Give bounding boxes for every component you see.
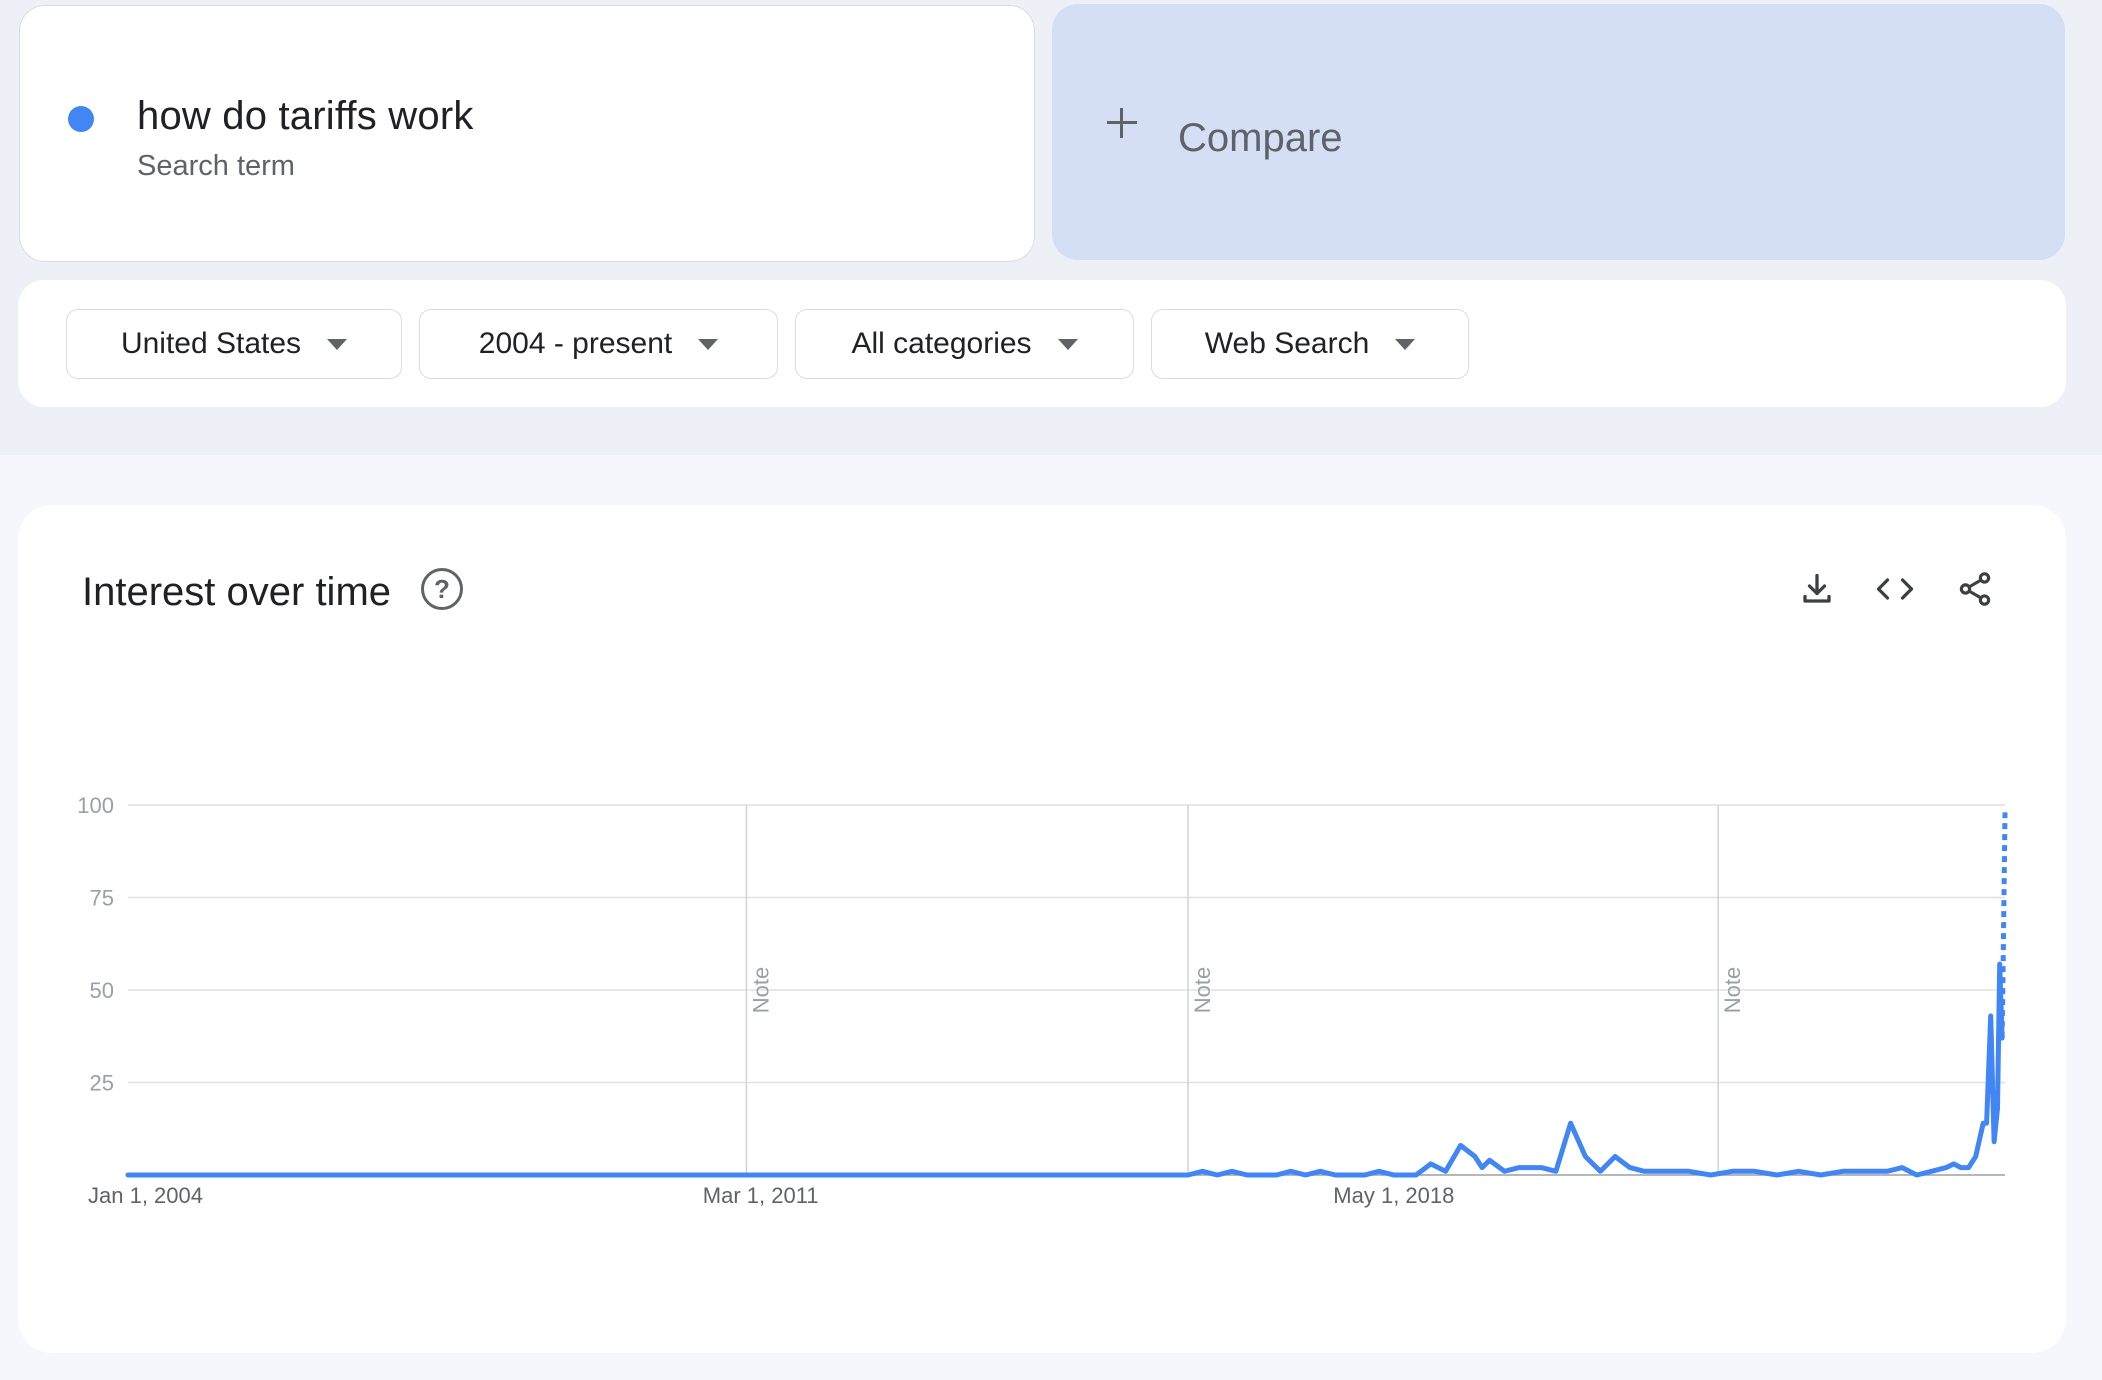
compare-label: Compare [1178,116,1343,160]
category-filter-dropdown[interactable]: All categories [795,309,1134,379]
y-tick-label: 25 [90,1071,114,1096]
x-tick-label: Jan 1, 2004 [88,1183,203,1208]
compare-button[interactable]: Compare [1052,4,2065,260]
y-tick-label: 75 [90,886,114,911]
caret-down-icon [1057,338,1078,350]
x-tick-label: Mar 1, 2011 [703,1183,819,1208]
note-marker-label: Note [1190,967,1215,1013]
caret-down-icon [698,338,719,350]
note-marker-label: Note [1720,967,1745,1013]
search-type-filter-dropdown[interactable]: Web Search [1151,309,1469,379]
search-term-sublabel: Search term [137,150,295,182]
interest-line-chart: 25 50 75 100 Note Note Note Jan 1, 2004 Mar 1, 2… [77,793,2008,1208]
plus-icon [1107,108,1137,138]
y-tick-label: 50 [90,978,114,1003]
caret-down-icon [1395,338,1416,350]
search-term-label: how do tariffs work [137,94,474,138]
series-partial-line [1999,812,2008,1039]
caret-down-icon [327,338,348,350]
time-range-filter-label: 2004 - present [478,327,673,360]
search-term-card[interactable]: how do tariffs work Search term [19,5,1035,262]
region-filter-label: United States [120,327,302,360]
time-range-filter-dropdown[interactable]: 2004 - present [419,309,778,379]
y-tick-label: 100 [77,793,114,818]
x-tick-label: May 1, 2018 [1333,1183,1454,1208]
search-type-filter-label: Web Search [1204,327,1370,360]
category-filter-label: All categories [851,327,1032,360]
series-color-dot [68,106,94,132]
filter-bar: United States 2004 - present All categor… [18,280,2066,407]
interest-over-time-card: Interest over time ? 25 50 75 100 Note Note No… [18,505,2066,1353]
note-marker-label: Note [748,967,773,1013]
region-filter-dropdown[interactable]: United States [66,309,402,379]
